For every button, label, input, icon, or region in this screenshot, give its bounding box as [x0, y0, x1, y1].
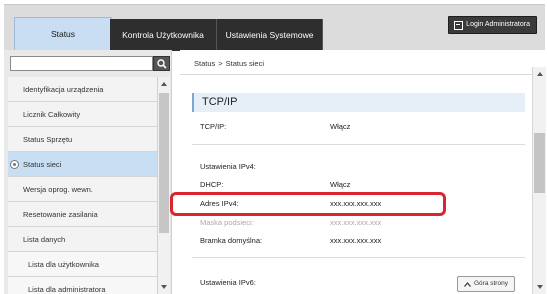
- scroll-down-icon[interactable]: [537, 285, 543, 289]
- breadcrumb-current: Status sieci: [225, 59, 265, 68]
- subnet-mask-value: xxx.xxx.xxx.xxx: [330, 218, 382, 227]
- scrollbar-thumb[interactable]: [159, 93, 169, 233]
- divider: [180, 74, 532, 75]
- tab-ustawienia-systemowe[interactable]: Ustawienia Systemowe: [217, 19, 323, 51]
- current-page-icon: [10, 160, 19, 169]
- ipv6-header-label: Ustawienia IPv6:: [200, 278, 256, 287]
- page-top-label: Góra strony: [474, 280, 508, 287]
- login-icon: [454, 20, 464, 30]
- sidebar-item-lista-danych[interactable]: Lista danych: [8, 227, 157, 252]
- ipv4-address-highlight: [170, 192, 446, 216]
- divider: [192, 144, 525, 145]
- sidebar-menu: Identyfikacja urządzenia Licznik Całkowi…: [8, 77, 157, 294]
- breadcrumb-separator: >: [218, 59, 223, 68]
- sidebar-item-resetowanie[interactable]: Resetowanie zasilania: [8, 202, 157, 227]
- sidebar-item-label: Status sieci: [23, 160, 62, 169]
- divider: [192, 257, 525, 258]
- sidebar-item-identyfikacja[interactable]: Identyfikacja urządzenia: [8, 77, 157, 102]
- app-window: Status Kontrola Użytkownika Ustawienia S…: [0, 0, 547, 294]
- sidebar: Identyfikacja urządzenia Licznik Całkowi…: [4, 50, 183, 294]
- search-input[interactable]: [10, 56, 153, 71]
- breadcrumb-parent[interactable]: Status: [194, 59, 215, 68]
- scrollbar-thumb[interactable]: [534, 133, 545, 193]
- tcpip-label: TCP/IP:: [200, 122, 227, 131]
- gateway-label: Bramka domyślna:: [200, 236, 263, 245]
- subnet-mask-label: Maska podsieci:: [200, 218, 254, 227]
- scroll-up-icon[interactable]: [161, 82, 167, 86]
- gateway-value: xxx.xxx.xxx.xxx: [330, 236, 382, 245]
- ipv4-header-label: Ustawienia IPv4:: [200, 162, 256, 171]
- main-scrollbar[interactable]: [532, 67, 546, 294]
- scroll-down-icon[interactable]: [161, 285, 167, 289]
- scroll-up-icon[interactable]: [537, 72, 543, 76]
- search-button[interactable]: [153, 56, 170, 71]
- sidebar-item-licznik[interactable]: Licznik Całkowity: [8, 102, 157, 127]
- page-top-button[interactable]: Góra strony: [457, 276, 515, 292]
- sidebar-item-lista-administratora[interactable]: Lista dla administratora: [8, 277, 157, 294]
- login-admin-button[interactable]: Login Administratora: [448, 16, 537, 34]
- main-content: Status > Status sieci TCP/IP TCP/IP: Włącz…: [180, 50, 547, 294]
- dhcp-label: DHCP:: [200, 180, 224, 189]
- top-tab-bar: Status Kontrola Użytkownika Ustawienia S…: [4, 4, 545, 52]
- tcpip-value: Włącz: [330, 122, 351, 131]
- sidebar-item-status-sieci[interactable]: Status sieci: [8, 152, 157, 177]
- search-box: [10, 56, 170, 71]
- sidebar-item-wersja[interactable]: Wersja oprog. wewn.: [8, 177, 157, 202]
- dhcp-value: Włącz: [330, 180, 351, 189]
- sidebar-item-lista-uzytkownika[interactable]: Lista dla użytkownika: [8, 252, 157, 277]
- sidebar-item-status-sprzetu[interactable]: Status Sprzętu: [8, 127, 157, 152]
- sidebar-scrollbar[interactable]: [157, 77, 170, 294]
- tab-kontrola-uzytkownika[interactable]: Kontrola Użytkownika: [110, 19, 217, 51]
- breadcrumb: Status > Status sieci: [194, 59, 264, 68]
- section-title: TCP/IP: [192, 93, 525, 112]
- login-admin-label: Login Administratora: [466, 21, 530, 28]
- chevron-up-icon: [464, 281, 471, 287]
- search-icon: [157, 59, 167, 69]
- tab-status[interactable]: Status: [14, 17, 112, 52]
